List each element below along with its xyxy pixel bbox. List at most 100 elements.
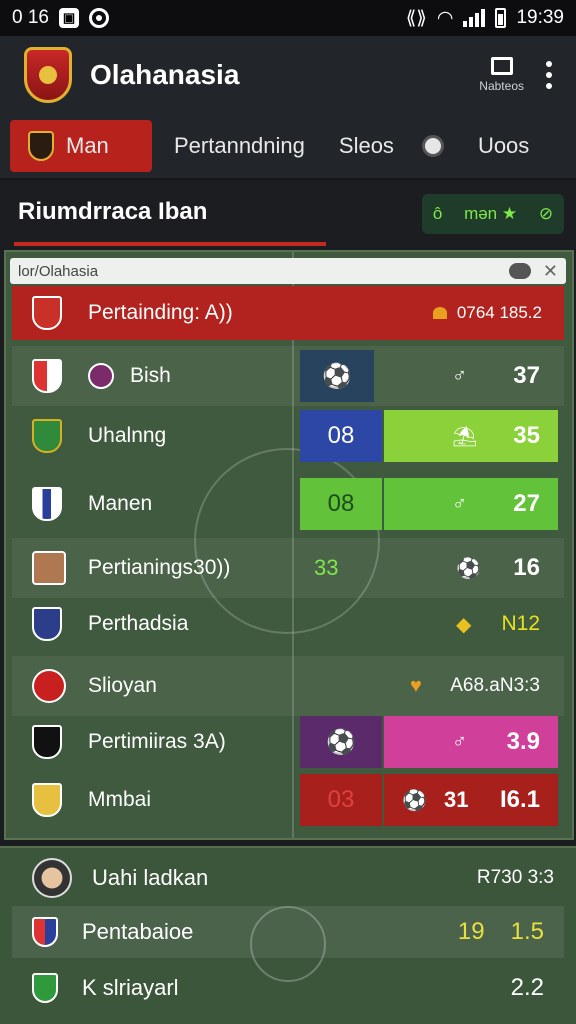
ball-icon: ⚽ — [322, 362, 352, 390]
section-underline — [14, 242, 326, 246]
team-extra: 31 — [444, 787, 469, 812]
status-left-text: 0 16 — [12, 7, 49, 28]
player-avatar — [32, 551, 66, 585]
badge-icon: ♂ — [452, 492, 467, 515]
stat-tile-red: 03 — [300, 774, 382, 826]
team-name: Slioyan — [88, 674, 157, 697]
record-icon — [88, 8, 109, 28]
stat-tile: ⚽ — [300, 350, 374, 402]
table-row[interactable]: Pertianings30)) 33 ⚽ 16 — [12, 538, 564, 598]
team-crest-icon — [32, 973, 58, 1003]
vibrate-icon: ⟪⟫ — [405, 7, 427, 29]
tab-matches[interactable]: Pertanndning — [160, 120, 319, 172]
team-score: 27 — [513, 490, 540, 517]
table-row[interactable]: Perthadsia ◆ N12 — [12, 594, 564, 654]
avatar — [32, 858, 72, 898]
wifi-icon: ◠ — [436, 7, 454, 29]
tab-uoos[interactable]: Uoos — [408, 120, 543, 172]
player-name: Pentabaioe — [82, 919, 194, 944]
tab-bar: Man Pertanndning Sleos Uoos — [0, 114, 576, 180]
team-name: Perthadsia — [88, 612, 189, 635]
tab-label: Uoos — [477, 133, 530, 158]
team-crest-icon — [32, 487, 62, 521]
team-score: I6.1 — [499, 786, 540, 813]
player-value: R730 3:3 — [476, 867, 554, 888]
stats-pill[interactable]: ô mən ★ ⊘ — [422, 194, 564, 234]
battery-icon — [495, 8, 507, 28]
table-row[interactable]: Manen 08 ♂ 27 — [12, 474, 564, 534]
list-item[interactable]: Pentabaioe 19 1.5 — [12, 906, 564, 958]
tab-label: Man — [66, 133, 109, 158]
ball-icon: ⚽ — [326, 728, 356, 756]
player-name: Uahi ladkan — [92, 865, 209, 890]
news-button[interactable]: Nabteos — [479, 57, 524, 93]
notification-icon: ▣ — [58, 8, 79, 28]
ball-icon — [421, 135, 444, 157]
team-crest-icon — [32, 296, 62, 330]
pill-left-icon: ô — [432, 204, 443, 223]
player-name: K slriayarl — [82, 975, 179, 1000]
status-bar: 0 16 ▣ ⟪⟫ ◠ 19:39 — [0, 0, 576, 36]
list-item[interactable]: K slriayarl 2.2 — [12, 962, 564, 1014]
close-icon[interactable]: ✕ — [543, 261, 558, 282]
news-icon — [490, 57, 513, 75]
stat-tile-blue: 08 — [300, 410, 382, 462]
player-value: 2.2 — [510, 974, 544, 1001]
ball-icon: ⚽ — [402, 789, 427, 812]
shield-icon — [28, 131, 54, 161]
team-score: A68.aN3:3 — [450, 675, 540, 696]
team-crest-icon — [32, 669, 66, 703]
match-header-value: 0764 185.2 — [456, 303, 542, 322]
match-header-stat: 0764 185.2 — [432, 303, 542, 323]
ball-icon: ⚽ — [456, 557, 481, 580]
team-crest-icon — [32, 419, 62, 453]
stat-tile-purple: ⚽ — [300, 716, 382, 768]
pill-text: mən ★ — [464, 204, 518, 223]
team-score: 16 — [513, 554, 540, 581]
table-row[interactable]: Pertimiiras 3A) ⚽ ♂ 3.9 — [12, 712, 564, 772]
tile-value: 03 — [327, 786, 355, 813]
badge-icon: ♂ — [452, 730, 467, 753]
heart-icon: ♥ — [410, 674, 422, 697]
player-avatar — [32, 783, 62, 817]
team-name: Pertianings30)) — [88, 556, 231, 579]
team-crest-icon — [32, 607, 62, 641]
diamond-icon: ◆ — [456, 613, 472, 636]
table-row[interactable]: Uhalnng 08 ⛱ 35 — [12, 406, 564, 466]
club-logo[interactable] — [24, 47, 72, 103]
toggle-icon[interactable] — [508, 263, 531, 279]
list-item[interactable]: Uahi ladkan R730 3:3 — [12, 852, 564, 904]
match-header-label: Pertainding: A)) — [88, 301, 233, 324]
match-header-row[interactable]: Pertainding: A)) 0764 185.2 — [12, 286, 564, 340]
tile-value: 08 — [327, 490, 355, 517]
tab-sleos[interactable]: Sleos — [325, 120, 408, 172]
section-title: Riumdrraca Iban — [18, 198, 208, 225]
more-options-icon[interactable] — [546, 61, 552, 89]
team-crest-icon — [32, 917, 58, 947]
tab-label: Sleos — [338, 133, 394, 158]
player-value: 1.5 — [510, 918, 544, 945]
tile-value: 08 — [327, 422, 355, 449]
tab-label: Pertanndning — [174, 133, 305, 158]
team-score: 3.9 — [506, 728, 540, 755]
app-bar: Olahanasia Nabteos — [0, 36, 576, 114]
signal-icon — [463, 9, 486, 27]
search-bar[interactable]: lor/Olahasia ✕ — [10, 258, 566, 284]
app-title: Olahanasia — [90, 59, 240, 90]
stat-tile-green: 08 — [300, 478, 382, 530]
team-score: N12 — [501, 612, 540, 635]
status-time: 19:39 — [516, 7, 564, 28]
table-row[interactable]: Slioyan ♥ A68.aN3:3 — [12, 656, 564, 716]
team-crest-icon — [88, 363, 114, 389]
table-row[interactable]: Bish ⚽ ♂ 37 — [12, 346, 564, 406]
news-label: Nabteos — [479, 79, 524, 93]
team-score: 35 — [513, 422, 540, 449]
team-crest-icon — [32, 725, 62, 759]
table-row[interactable]: Mmbai 03 ⚽ 31 I6.1 — [12, 770, 564, 830]
team-crest-icon — [32, 359, 62, 393]
tile-value: 33 — [314, 555, 339, 580]
badge-icon: ♂ — [452, 364, 467, 387]
player-value: 19 — [457, 918, 485, 945]
team-score: 37 — [513, 362, 540, 389]
tab-man[interactable]: Man — [10, 120, 152, 172]
